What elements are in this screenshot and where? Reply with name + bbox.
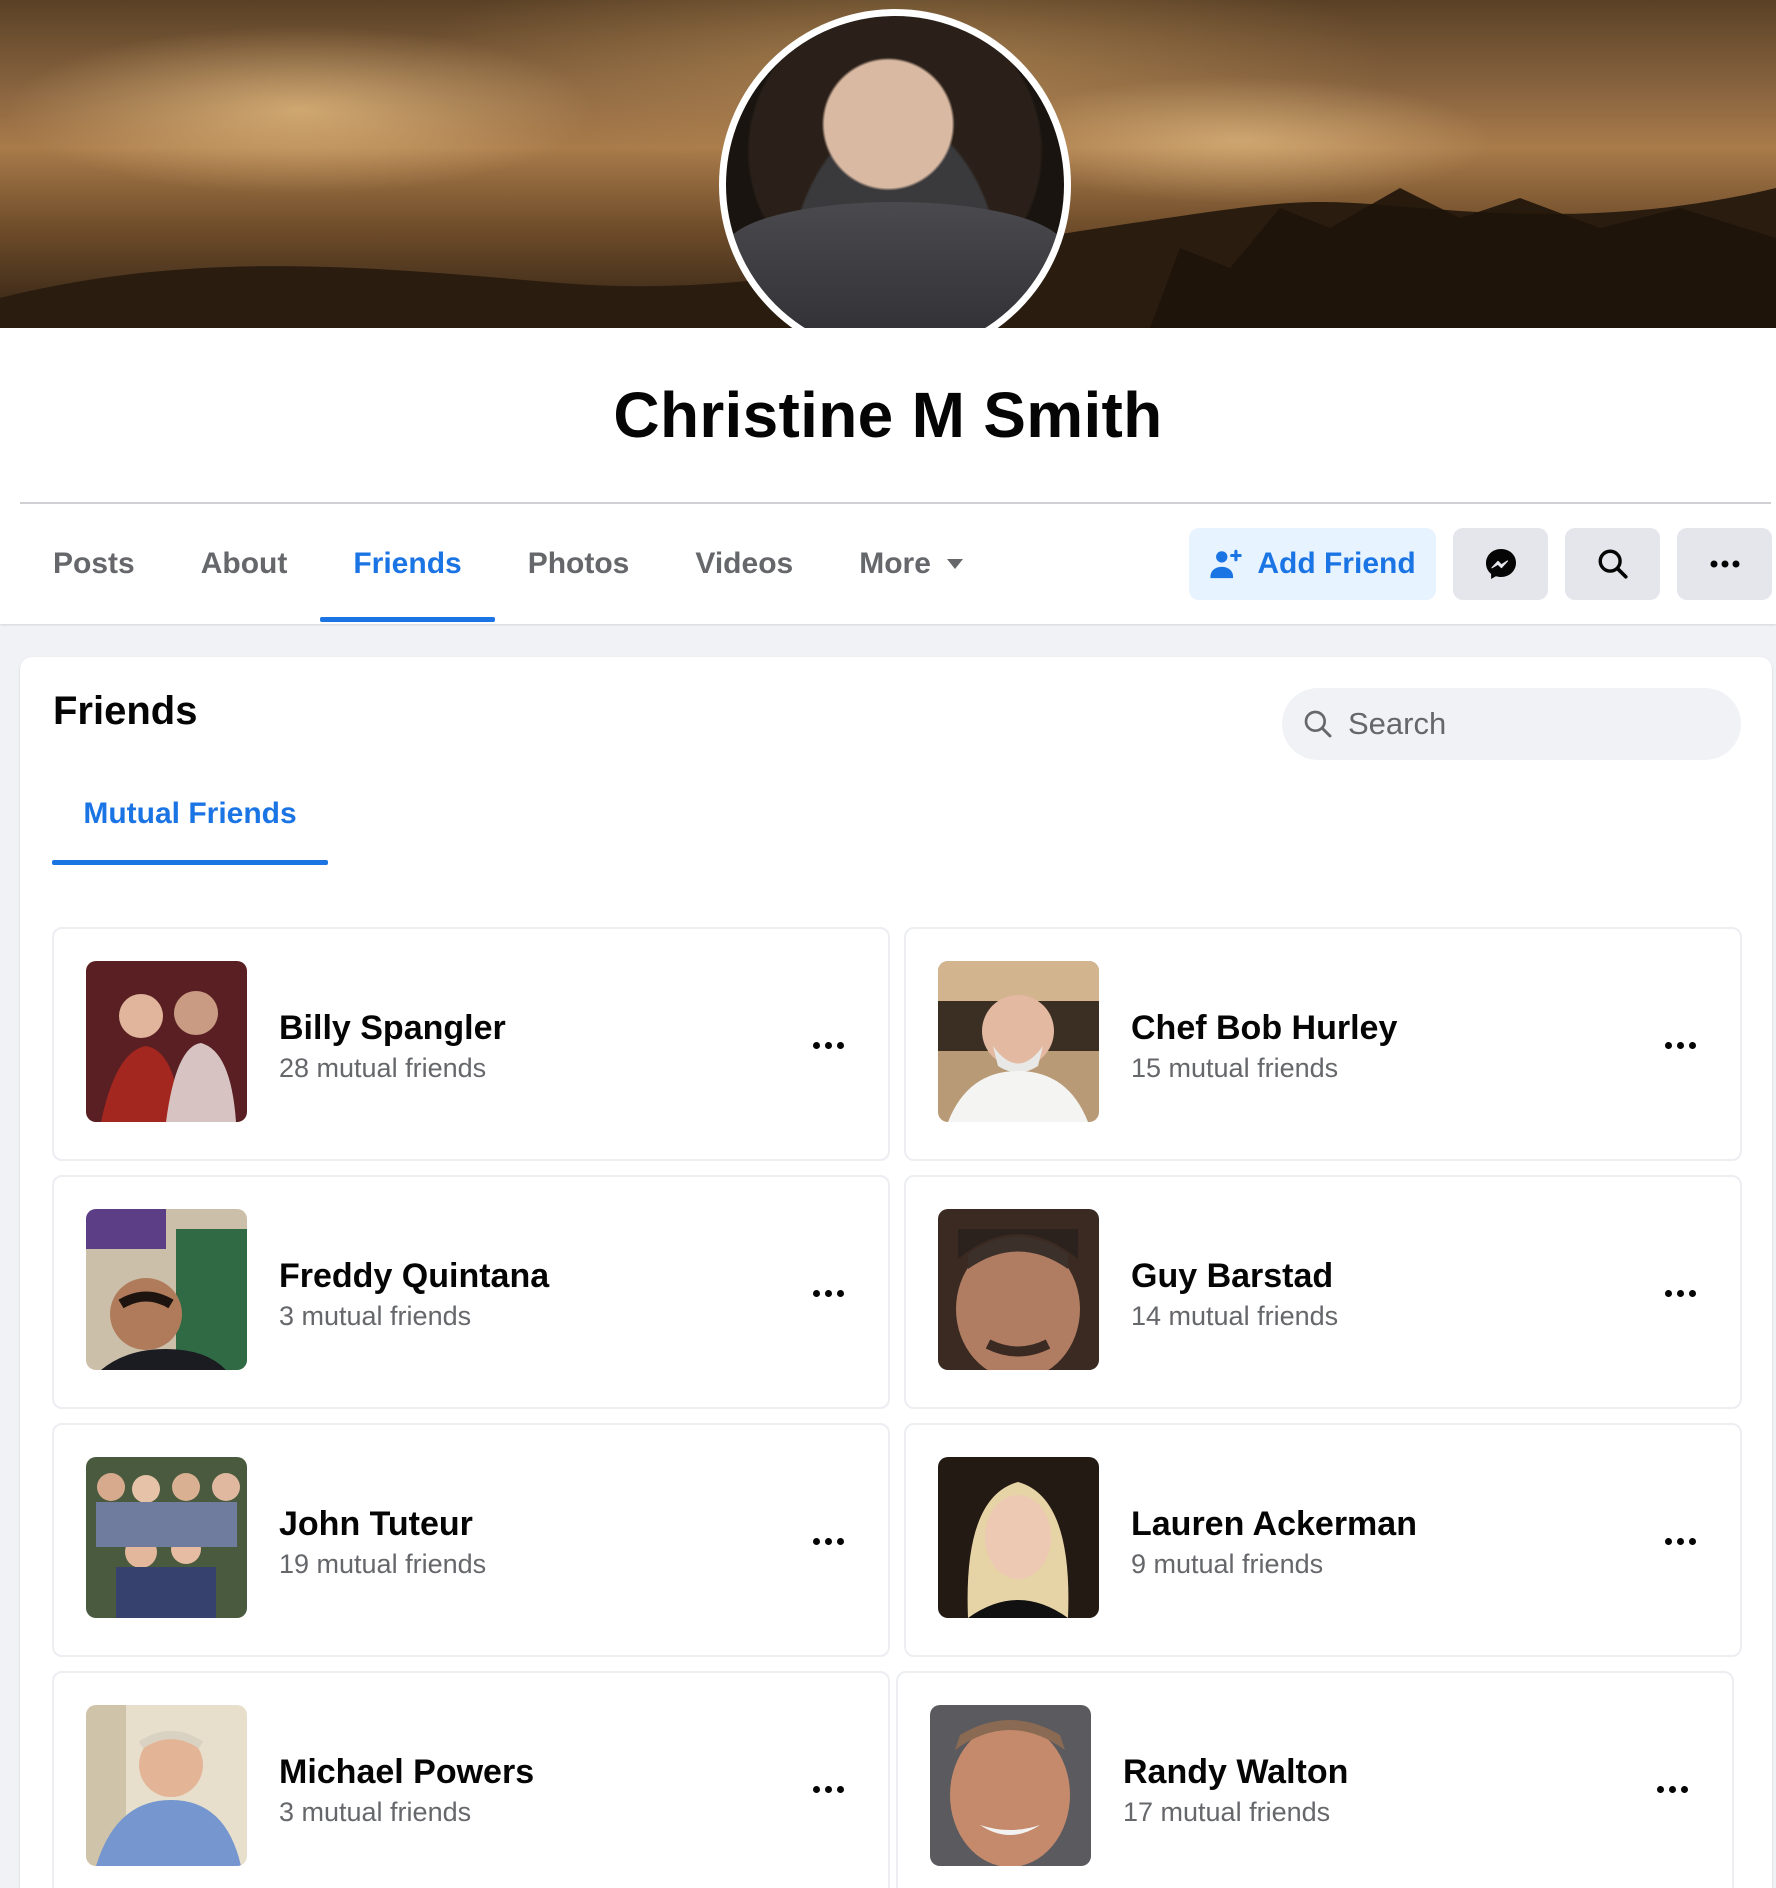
more-dots-icon bbox=[1688, 1289, 1696, 1297]
friend-options-button[interactable] bbox=[1654, 1519, 1706, 1563]
tab-label: About bbox=[200, 547, 288, 580]
more-dots-icon bbox=[1710, 560, 1739, 568]
tab-videos[interactable]: Videos bbox=[662, 506, 826, 622]
profile-search-button[interactable] bbox=[1565, 528, 1660, 600]
tab-mutual-friends[interactable]: Mutual Friends bbox=[52, 775, 328, 865]
tab-more[interactable]: More bbox=[826, 506, 996, 622]
friend-avatar[interactable] bbox=[930, 1705, 1091, 1866]
friend-options-button[interactable] bbox=[1654, 1271, 1706, 1315]
tab-label: Friends bbox=[353, 547, 462, 580]
more-dots-icon bbox=[836, 1041, 844, 1049]
more-dots-icon bbox=[824, 1785, 832, 1793]
tab-friends[interactable]: Friends bbox=[320, 506, 496, 622]
more-dots-icon bbox=[812, 1537, 820, 1545]
friend-avatar[interactable] bbox=[938, 1457, 1099, 1618]
more-dots-icon bbox=[1676, 1537, 1684, 1545]
more-dots-icon bbox=[812, 1289, 820, 1297]
more-dots-icon bbox=[812, 1041, 820, 1049]
tab-label: More bbox=[859, 547, 931, 580]
friend-card[interactable]: Michael Powers 3 mutual friends bbox=[52, 1671, 890, 1888]
more-dots-icon bbox=[1664, 1289, 1672, 1297]
friend-card[interactable]: Randy Walton 17 mutual friends bbox=[896, 1671, 1734, 1888]
header-divider bbox=[20, 502, 1771, 504]
subtab-label: Mutual Friends bbox=[83, 797, 297, 830]
friend-card[interactable]: John Tuteur 19 mutual friends bbox=[52, 1423, 890, 1657]
mutual-friends-count[interactable]: 19 mutual friends bbox=[279, 1549, 486, 1580]
mutual-friends-count[interactable]: 28 mutual friends bbox=[279, 1053, 486, 1084]
more-dots-icon bbox=[836, 1289, 844, 1297]
friend-name[interactable]: Freddy Quintana bbox=[279, 1257, 549, 1296]
friend-name[interactable]: Guy Barstad bbox=[1131, 1257, 1333, 1296]
friend-name[interactable]: Chef Bob Hurley bbox=[1131, 1009, 1397, 1048]
profile-tabs: Posts About Friends Photos Videos More bbox=[20, 506, 996, 622]
mutual-friends-count[interactable]: 3 mutual friends bbox=[279, 1797, 471, 1828]
friends-search-box[interactable] bbox=[1282, 688, 1741, 760]
friend-avatar[interactable] bbox=[86, 961, 247, 1122]
more-dots-icon bbox=[1688, 1537, 1696, 1545]
friend-avatar[interactable] bbox=[86, 1705, 247, 1866]
messenger-icon bbox=[1485, 549, 1516, 579]
friends-search-input[interactable] bbox=[1348, 706, 1708, 742]
mutual-friends-count[interactable]: 9 mutual friends bbox=[1131, 1549, 1323, 1580]
friend-options-button[interactable] bbox=[1646, 1767, 1698, 1811]
more-dots-icon bbox=[1680, 1785, 1688, 1793]
friend-options-button[interactable] bbox=[1654, 1023, 1706, 1067]
friend-name[interactable]: John Tuteur bbox=[279, 1505, 473, 1544]
message-button[interactable] bbox=[1453, 528, 1548, 600]
friend-avatar[interactable] bbox=[938, 961, 1099, 1122]
friend-avatar[interactable] bbox=[86, 1457, 247, 1618]
tab-label: Posts bbox=[53, 547, 135, 580]
friend-name[interactable]: Michael Powers bbox=[279, 1753, 534, 1792]
search-icon bbox=[1304, 710, 1332, 738]
more-dots-icon bbox=[824, 1537, 832, 1545]
add-friend-label: Add Friend bbox=[1257, 547, 1416, 580]
add-friend-button[interactable]: Add Friend bbox=[1189, 528, 1436, 600]
mutual-friends-count[interactable]: 15 mutual friends bbox=[1131, 1053, 1338, 1084]
more-dots-icon bbox=[1664, 1041, 1672, 1049]
tab-label: Photos bbox=[527, 547, 630, 580]
more-dots-icon bbox=[836, 1537, 844, 1545]
friend-options-button[interactable] bbox=[802, 1767, 854, 1811]
more-dots-icon bbox=[1676, 1041, 1684, 1049]
more-dots-icon bbox=[824, 1041, 832, 1049]
more-options-button[interactable] bbox=[1677, 528, 1772, 600]
tab-photos[interactable]: Photos bbox=[495, 506, 663, 622]
profile-picture[interactable] bbox=[719, 9, 1071, 361]
friend-avatar[interactable] bbox=[86, 1209, 247, 1370]
tab-posts[interactable]: Posts bbox=[20, 506, 168, 622]
caret-down-icon bbox=[946, 559, 963, 569]
friend-options-button[interactable] bbox=[802, 1271, 854, 1315]
friend-options-button[interactable] bbox=[802, 1519, 854, 1563]
friend-card[interactable]: Billy Spangler 28 mutual friends bbox=[52, 927, 890, 1161]
tab-label: Videos bbox=[695, 547, 794, 580]
friend-name[interactable]: Lauren Ackerman bbox=[1131, 1505, 1417, 1544]
mutual-friends-count[interactable]: 3 mutual friends bbox=[279, 1301, 471, 1332]
friend-options-button[interactable] bbox=[802, 1023, 854, 1067]
tab-about[interactable]: About bbox=[168, 506, 321, 622]
friend-name[interactable]: Billy Spangler bbox=[279, 1009, 506, 1048]
more-dots-icon bbox=[824, 1289, 832, 1297]
mutual-friends-count[interactable]: 14 mutual friends bbox=[1131, 1301, 1338, 1332]
mutual-friends-count[interactable]: 17 mutual friends bbox=[1123, 1797, 1330, 1828]
more-dots-icon bbox=[812, 1785, 820, 1793]
search-icon bbox=[1598, 549, 1628, 579]
friend-card[interactable]: Freddy Quintana 3 mutual friends bbox=[52, 1175, 890, 1409]
person-add-icon bbox=[1210, 549, 1243, 579]
profile-header: Christine M Smith Posts About Friends Ph… bbox=[0, 328, 1776, 624]
friend-name[interactable]: Randy Walton bbox=[1123, 1753, 1348, 1792]
more-dots-icon bbox=[1668, 1785, 1676, 1793]
friends-panel-title: Friends bbox=[53, 689, 198, 733]
more-dots-icon bbox=[1688, 1041, 1696, 1049]
friend-card[interactable]: Lauren Ackerman 9 mutual friends bbox=[904, 1423, 1742, 1657]
more-dots-icon bbox=[1676, 1289, 1684, 1297]
more-dots-icon bbox=[1664, 1537, 1672, 1545]
friends-panel: Friends Mutual Friends Billy Spangler 28… bbox=[20, 657, 1772, 1888]
friend-card[interactable]: Guy Barstad 14 mutual friends bbox=[904, 1175, 1742, 1409]
friend-avatar[interactable] bbox=[938, 1209, 1099, 1370]
more-dots-icon bbox=[1656, 1785, 1664, 1793]
more-dots-icon bbox=[836, 1785, 844, 1793]
friend-card[interactable]: Chef Bob Hurley 15 mutual friends bbox=[904, 927, 1742, 1161]
profile-name: Christine M Smith bbox=[613, 379, 1163, 451]
